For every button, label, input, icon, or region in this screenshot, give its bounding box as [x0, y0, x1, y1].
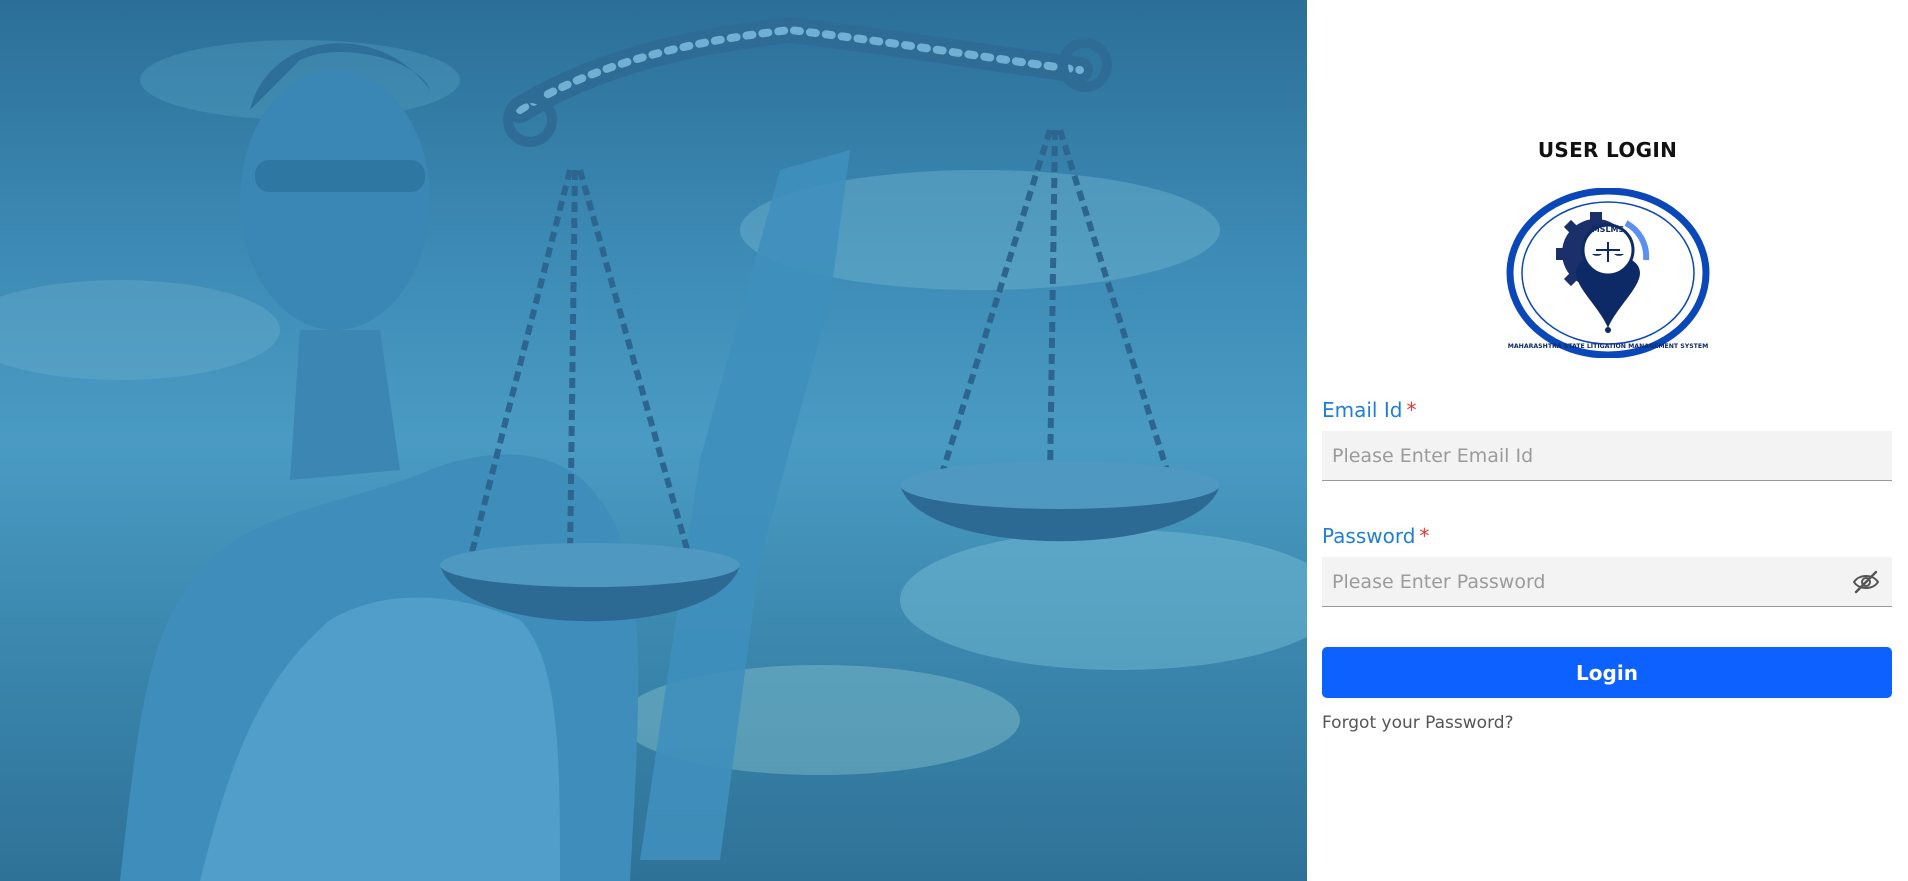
logo-acronym: MSLMS — [1592, 225, 1625, 234]
forgot-password-link[interactable]: Forgot your Password? — [1322, 713, 1514, 733]
email-field-container — [1322, 431, 1892, 481]
hero-background-image — [0, 0, 1307, 881]
password-required-mark: * — [1419, 524, 1430, 548]
eye-slash-icon[interactable] — [1852, 570, 1880, 594]
logo-ring-text: MAHARASHTRA STATE LITIGATION MANAGEMENT … — [1508, 343, 1709, 350]
password-label-text: Password — [1322, 524, 1416, 548]
mslms-logo: MSLMS MAHARASHTRA STATE LITIGATION MANAG… — [1506, 188, 1710, 358]
email-required-mark: * — [1406, 398, 1417, 422]
email-input[interactable] — [1322, 431, 1892, 480]
lady-justice-illustration — [0, 16, 1307, 881]
password-label: Password * — [1322, 524, 1429, 548]
login-panel: USER LOGIN MSLMS MAHARASHTRA STATE LITIG… — [1307, 0, 1908, 881]
password-field-container — [1322, 557, 1892, 607]
email-label-text: Email Id — [1322, 398, 1403, 422]
email-label: Email Id * — [1322, 398, 1416, 422]
login-title: USER LOGIN — [1537, 138, 1678, 162]
password-input[interactable] — [1322, 557, 1892, 606]
login-button[interactable]: Login — [1322, 647, 1892, 698]
